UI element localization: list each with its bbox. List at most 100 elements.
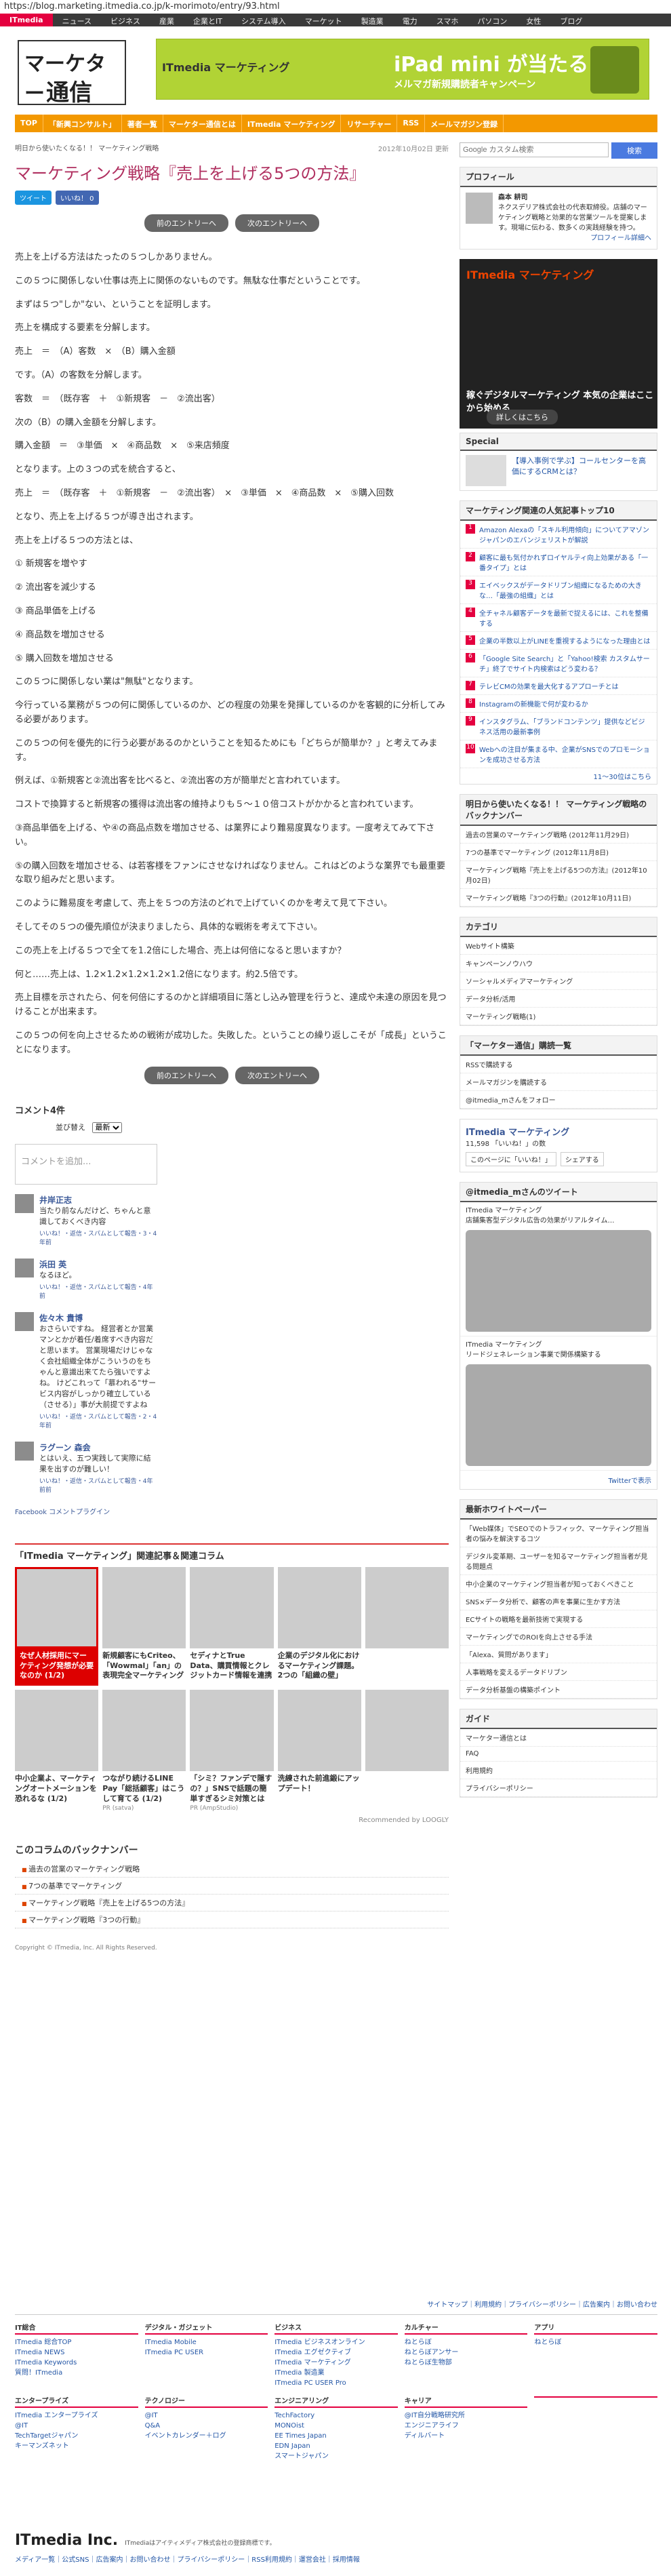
footer-link[interactable]: ITmedia ビジネスオンライン <box>274 2337 398 2347</box>
nav-item[interactable]: 女性 <box>516 14 550 26</box>
ranking-item[interactable]: 2 顧客に最も気付かれずロイヤルティ向上効果がある「一番タイプ」とは <box>460 549 657 576</box>
ranking-item[interactable]: 3 エイベックスがデータドリブン組織になるための大きな…「最強の組織」とは <box>460 576 657 604</box>
whitepaper-link[interactable]: 「Web媒体」でSEOでのトラフィック、マーケティング担当者の悩みを解決するコツ <box>460 1520 657 1547</box>
nav-item[interactable]: 製造業 <box>352 14 393 26</box>
blog-nav-item[interactable]: 著者一覧 <box>122 115 163 132</box>
related-card[interactable]: 「シミ？ファンデで隠すの？」SNSで話題の簡単すぎるシミ対策とは PR (AmpS… <box>190 1690 274 1812</box>
prev-entry-button[interactable]: 前のエントリーへ <box>144 214 228 232</box>
comment-actions[interactable]: いいね！・返信・スパムとして報告・3・4年前 <box>39 1229 157 1246</box>
commenter-name[interactable]: 井岸正志 <box>39 1194 157 1206</box>
comment-actions[interactable]: いいね！・返信・スパムとして報告・2・4年前 <box>39 1412 157 1429</box>
category-link[interactable]: ソーシャルメディアマーケティング <box>460 972 657 990</box>
footer-link[interactable]: Q&A <box>145 2421 268 2431</box>
guide-link[interactable]: プライバシーポリシー <box>460 1779 657 1797</box>
guide-link[interactable]: 利用規約 <box>460 1762 657 1779</box>
related-card[interactable] <box>365 1690 449 1812</box>
ranking-more-link[interactable]: 11〜30位はこちら <box>460 768 657 784</box>
footer-link[interactable]: ITmedia Keywords <box>15 2358 138 2368</box>
fb-comment-plugin-link[interactable]: Facebook コメントプラグイン <box>15 1506 449 1516</box>
whitepaper-link[interactable]: デジタル変革期、ユーザーを知るマーケティング担当者が見る問題点 <box>460 1547 657 1575</box>
commenter-name[interactable]: 佐々木 貴博 <box>39 1312 157 1324</box>
category-link[interactable]: データ分析/活用 <box>460 990 657 1008</box>
comment-actions[interactable]: いいね！・返信・スパムとして報告・4年前 <box>39 1282 157 1300</box>
nav-item[interactable]: ニュース <box>53 14 101 26</box>
ranking-item[interactable]: 8 Instagramの新機能で何が変わるか <box>460 695 657 713</box>
sidebar-backnumber-link[interactable]: 過去の営業のマーケティング戦略 (2012年11月29日) <box>460 826 657 844</box>
footer-top-links[interactable]: サイトマップ｜利用規約｜プライバシーポリシー｜広告案内｜お問い合わせ <box>15 2299 657 2309</box>
related-card[interactable]: つながり続けるLINE Pay「総括顧客」はこうして育てる (1/2) PR (s… <box>102 1690 186 1812</box>
footer-logo[interactable]: ITmedia Inc. ITmediaはアイティメディア株式会社の登録商標です。 <box>15 2532 276 2549</box>
footer-bottom-links[interactable]: メディア一覧｜公式SNS｜広告案内｜お問い合わせ｜プライバシーポリシー｜RSS利… <box>15 2554 360 2564</box>
footer-link[interactable]: @IT <box>15 2421 138 2431</box>
related-card[interactable]: セディナとTrue Data、購買情報とクレジットカード情報を連携 <box>190 1566 274 1686</box>
address-bar[interactable]: https://blog.marketing.itmedia.co.jp/k-m… <box>0 0 671 14</box>
nav-item[interactable]: 企業とIT <box>184 14 232 26</box>
subscribe-link[interactable]: メールマガジンを購読する <box>460 1073 657 1091</box>
commenter-name[interactable]: ラグーン 森会 <box>39 1442 157 1453</box>
like-button[interactable]: いいね！ 0 <box>56 191 99 205</box>
footer-link[interactable]: EE Times Japan <box>274 2431 398 2441</box>
footer-link[interactable]: ITmedia エンタープライズ <box>15 2411 138 2421</box>
footer-link[interactable]: ねとらぼ <box>405 2337 528 2347</box>
blog-nav-item[interactable]: ITmedia マーケティング <box>242 115 342 132</box>
whitepaper-link[interactable]: 「Alexa、質問があります」 <box>460 1646 657 1663</box>
twitter-more-link[interactable]: Twitterで表示 <box>460 1471 657 1489</box>
guide-link[interactable]: マーケター通信とは <box>460 1729 657 1747</box>
blog-nav-item[interactable]: メールマガジン登録 <box>425 115 504 132</box>
next-entry-button[interactable]: 次のエントリーへ <box>235 1067 319 1085</box>
fb-share-button[interactable]: シェアする <box>560 1152 604 1166</box>
blog-nav-item[interactable]: マーケター通信とは <box>163 115 242 132</box>
prev-entry-button[interactable]: 前のエントリーへ <box>144 1067 228 1085</box>
back-number-link[interactable]: 7つの基準でマーケティング <box>15 1878 449 1895</box>
sidebar-backnumber-link[interactable]: マーケティング戦略『売上を上げる5つの方法』(2012年10月02日) <box>460 861 657 889</box>
back-number-link[interactable]: マーケティング戦略『3つの行動』 <box>15 1911 449 1928</box>
sort-select[interactable]: 最新 <box>92 1122 122 1134</box>
footer-link[interactable]: スマートジャパン <box>274 2451 398 2461</box>
footer-link[interactable]: ITmedia PC USER Pro <box>274 2378 398 2388</box>
footer-link[interactable]: イベントカレンダー＋ログ <box>145 2431 268 2441</box>
nav-item[interactable]: スマホ <box>427 14 468 26</box>
whitepaper-link[interactable]: データ分析基盤の構築ポイント <box>460 1681 657 1699</box>
tweet[interactable]: ITmedia マーケティング 店舗集客型デジタル広告の効果がリアルタイム… <box>460 1202 657 1336</box>
whitepaper-link[interactable]: 中小企業のマーケティング担当者が知っておくべきこと <box>460 1575 657 1593</box>
nav-item[interactable]: 産業 <box>150 14 184 26</box>
sidebar-ad[interactable]: ITmedia マーケティング 稼ぐデジタルマーケティング 本気の企業はここから… <box>460 259 657 429</box>
header-banner-ad[interactable]: ITmedia マーケティング iPad mini が当たる メルマガ新規購読者… <box>156 39 649 100</box>
search-button[interactable]: 検索 <box>611 142 657 159</box>
whitepaper-link[interactable]: マーケティングでのROIを向上させる手法 <box>460 1628 657 1646</box>
footer-link[interactable]: ITmedia NEWS <box>15 2347 138 2358</box>
footer-link[interactable]: ITmedia Mobile <box>145 2337 268 2347</box>
footer-link[interactable]: ディルバート <box>405 2431 528 2441</box>
nav-item[interactable]: システム導入 <box>232 14 296 26</box>
back-number-link[interactable]: 過去の営業のマーケティング戦略 <box>15 1861 449 1878</box>
footer-link[interactable]: ねとらぼ <box>534 2337 657 2347</box>
footer-link[interactable]: 質問！ITmedia <box>15 2368 138 2378</box>
footer-link[interactable]: TechFactory <box>274 2411 398 2421</box>
commenter-avatar[interactable] <box>15 1259 34 1278</box>
nav-item[interactable]: ビジネス <box>101 14 150 26</box>
related-card[interactable]: 洗練された前進鍛にアップデート！ <box>277 1690 361 1812</box>
tweet[interactable]: ITmedia マーケティング リードジェネレーション事業で関係構築する <box>460 1336 657 1471</box>
whitepaper-link[interactable]: 人事戦略を変えるデータドリブン <box>460 1663 657 1681</box>
guide-link[interactable]: FAQ <box>460 1747 657 1762</box>
footer-link[interactable]: ITmedia マーケティング <box>274 2358 398 2368</box>
ranking-item[interactable]: 10 Webへの注目が集まる中、企業がSNSでのプロモーションを成功させる方法 <box>460 740 657 768</box>
footer-link[interactable]: キーマンズネット <box>15 2441 138 2451</box>
nav-item[interactable]: 電力 <box>393 14 427 26</box>
next-entry-button[interactable]: 次のエントリーへ <box>235 214 319 232</box>
related-card[interactable] <box>365 1566 449 1686</box>
footer-link[interactable]: EDN Japan <box>274 2441 398 2451</box>
footer-link[interactable]: ねとらぼアンサー <box>405 2347 528 2358</box>
nav-item[interactable]: ブログ <box>550 14 592 26</box>
footer-link[interactable]: MONOist <box>274 2421 398 2431</box>
footer-link[interactable]: TechTargetジャパン <box>15 2431 138 2441</box>
commenter-avatar[interactable] <box>15 1194 34 1214</box>
whitepaper-link[interactable]: SNS×データ分析で、顧客の声を事業に生かす方法 <box>460 1593 657 1610</box>
category-link[interactable]: マーケティング戦略(1) <box>460 1008 657 1025</box>
footer-link[interactable]: ITmedia 製造業 <box>274 2368 398 2378</box>
ranking-item[interactable]: 6 「Google Site Search」と「Yahoo!検索 カスタムサーチ」… <box>460 650 657 677</box>
ranking-item[interactable]: 7 テレビCMの効果を最大化するアプローチとは <box>460 677 657 695</box>
blog-nav-item[interactable]: リサーチャー <box>341 115 398 132</box>
blog-nav-item[interactable]: TOP <box>15 115 43 132</box>
related-card[interactable]: 中小企業よ、マーケティングオートメーションを恐れるな (1/2) <box>15 1690 99 1812</box>
